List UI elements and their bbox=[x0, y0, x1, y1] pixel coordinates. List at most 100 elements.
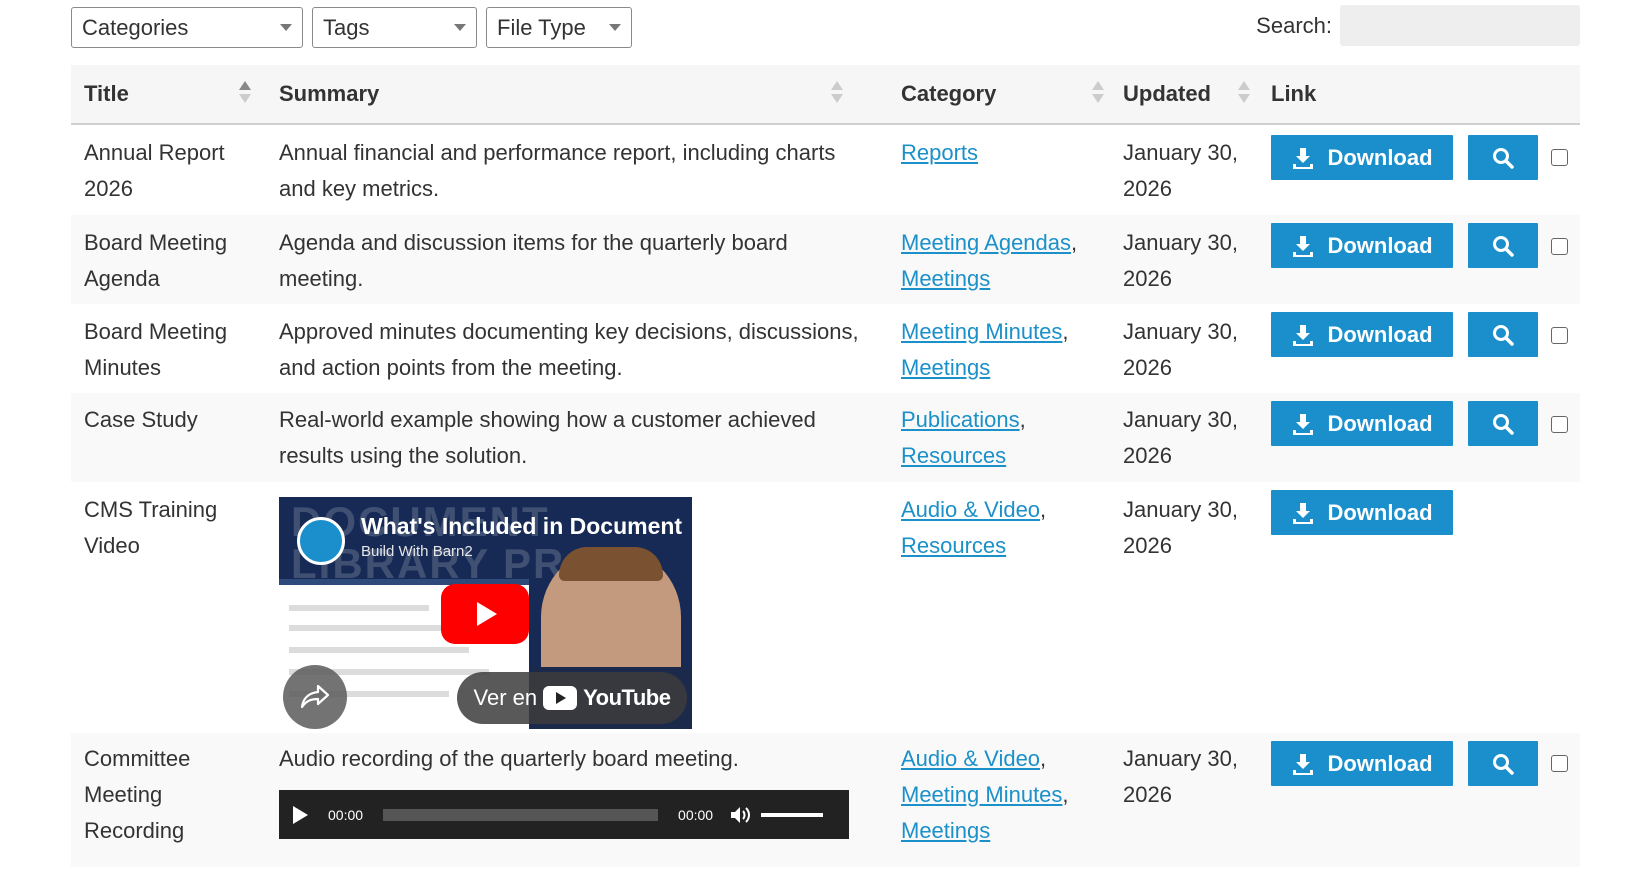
youtube-icon bbox=[543, 686, 578, 710]
search-label: Search: bbox=[1256, 12, 1332, 38]
audio-progress-bar[interactable] bbox=[383, 808, 659, 821]
audio-current-time: 00:00 bbox=[328, 806, 364, 823]
row-updated: January 30, 2026 bbox=[1123, 746, 1238, 807]
search-icon bbox=[1493, 147, 1514, 169]
sort-icon[interactable] bbox=[831, 81, 843, 107]
categories-dropdown[interactable]: Categories bbox=[71, 7, 303, 48]
table-row: Board Meeting Minutes Approved minutes d… bbox=[71, 304, 1580, 393]
row-checkbox[interactable] bbox=[1551, 755, 1568, 772]
video-title: What's Included in Document bbox=[361, 513, 683, 539]
download-button-label: Download bbox=[1327, 144, 1433, 170]
categories-dropdown-label: Categories bbox=[82, 14, 189, 40]
audio-duration: 00:00 bbox=[678, 806, 714, 823]
search-icon bbox=[1493, 235, 1514, 257]
download-button-label: Download bbox=[1327, 410, 1433, 436]
preview-button[interactable] bbox=[1468, 135, 1538, 180]
search-input[interactable] bbox=[1340, 5, 1580, 46]
row-summary: Real-world example showing how a custome… bbox=[279, 407, 816, 468]
youtube-label: YouTube bbox=[583, 685, 671, 710]
play-icon[interactable] bbox=[293, 805, 308, 824]
row-title: Board Meeting Minutes bbox=[84, 319, 228, 380]
download-icon bbox=[1293, 753, 1314, 775]
volume-icon[interactable] bbox=[729, 804, 751, 826]
category-link[interactable]: Meetings bbox=[901, 266, 990, 291]
category-link[interactable]: Publications bbox=[901, 407, 1020, 432]
category-link[interactable]: Reports bbox=[901, 140, 978, 165]
table-row: Board Meeting Agenda Agenda and discussi… bbox=[71, 215, 1580, 304]
category-link[interactable]: Audio & Video bbox=[901, 497, 1040, 522]
download-button[interactable]: Download bbox=[1271, 490, 1453, 535]
row-categories: Audio & Video, Meeting Minutes, Meetings bbox=[901, 746, 1069, 843]
row-title: Annual Report 2026 bbox=[84, 140, 225, 201]
video-embed[interactable]: DOCUMENT LIBRARY PRO What's Included in … bbox=[279, 497, 692, 729]
audio-player: 00:00 00:00 bbox=[279, 790, 849, 839]
row-checkbox[interactable] bbox=[1551, 238, 1568, 255]
download-button[interactable]: Download bbox=[1271, 401, 1453, 446]
download-button-label: Download bbox=[1327, 232, 1433, 258]
download-button[interactable]: Download bbox=[1271, 223, 1453, 268]
category-link[interactable]: Meeting Minutes bbox=[901, 319, 1062, 344]
header-title[interactable]: Title bbox=[84, 65, 129, 123]
header-summary[interactable]: Summary bbox=[279, 65, 379, 123]
search-icon bbox=[1493, 413, 1514, 435]
download-button[interactable]: Download bbox=[1271, 312, 1453, 357]
watch-on-label: Ver en bbox=[473, 685, 538, 710]
row-summary: Annual financial and performance report,… bbox=[279, 140, 836, 201]
sort-icon[interactable] bbox=[239, 81, 251, 107]
preview-button[interactable] bbox=[1468, 223, 1538, 268]
category-link[interactable]: Meeting Minutes bbox=[901, 782, 1062, 807]
download-button-label: Download bbox=[1327, 321, 1433, 347]
header-category[interactable]: Category bbox=[901, 65, 996, 123]
row-checkbox[interactable] bbox=[1551, 416, 1568, 433]
row-updated: January 30, 2026 bbox=[1123, 230, 1238, 291]
download-button-label: Download bbox=[1327, 750, 1433, 776]
preview-button[interactable] bbox=[1468, 401, 1538, 446]
chevron-down-icon bbox=[280, 24, 292, 31]
download-icon bbox=[1293, 235, 1314, 257]
table-row: Case Study Real-world example showing ho… bbox=[71, 393, 1580, 482]
tags-dropdown-label: Tags bbox=[323, 14, 370, 40]
share-icon[interactable] bbox=[283, 665, 347, 729]
row-updated: January 30, 2026 bbox=[1123, 319, 1238, 380]
row-categories: Meeting Agendas, Meetings bbox=[901, 230, 1078, 291]
header-link: Link bbox=[1271, 81, 1317, 106]
row-title: Committee Meeting Recording bbox=[84, 746, 191, 843]
category-link[interactable]: Meeting Agendas bbox=[901, 230, 1071, 255]
sort-icon[interactable] bbox=[1092, 81, 1104, 107]
row-summary: Audio recording of the quarterly board m… bbox=[279, 746, 739, 771]
volume-slider[interactable] bbox=[761, 812, 824, 817]
search-area: Search: bbox=[1256, 5, 1580, 46]
video-subtitle: Build With Barn2 bbox=[361, 543, 473, 560]
preview-button[interactable] bbox=[1468, 741, 1538, 786]
row-summary: Agenda and discussion items for the quar… bbox=[279, 230, 788, 291]
category-link[interactable]: Meetings bbox=[901, 355, 990, 380]
category-link[interactable]: Resources bbox=[901, 443, 1006, 468]
search-icon bbox=[1493, 753, 1514, 775]
category-link[interactable]: Audio & Video bbox=[901, 746, 1040, 771]
preview-button[interactable] bbox=[1468, 312, 1538, 357]
watch-on-youtube-button[interactable]: Ver en YouTube bbox=[457, 672, 687, 724]
row-categories: Publications, Resources bbox=[901, 407, 1026, 468]
sort-icon[interactable] bbox=[1238, 81, 1250, 107]
row-updated: January 30, 2026 bbox=[1123, 407, 1238, 468]
row-checkbox[interactable] bbox=[1551, 149, 1568, 166]
filter-bar: Categories Tags File Type bbox=[71, 7, 632, 48]
download-icon bbox=[1293, 413, 1314, 435]
row-updated: January 30, 2026 bbox=[1123, 497, 1238, 558]
file-type-dropdown-label: File Type bbox=[497, 14, 586, 40]
chevron-down-icon bbox=[454, 24, 466, 31]
tags-dropdown[interactable]: Tags bbox=[312, 7, 477, 48]
row-categories: Meeting Minutes, Meetings bbox=[901, 319, 1069, 380]
category-link[interactable]: Resources bbox=[901, 533, 1006, 558]
play-icon[interactable] bbox=[441, 584, 529, 644]
file-type-dropdown[interactable]: File Type bbox=[486, 7, 632, 48]
table-row: Committee Meeting Recording Audio record… bbox=[71, 733, 1580, 867]
download-button[interactable]: Download bbox=[1271, 741, 1453, 786]
row-summary: Approved minutes documenting key decisio… bbox=[279, 319, 859, 380]
header-updated[interactable]: Updated bbox=[1123, 65, 1211, 123]
download-button[interactable]: Download bbox=[1271, 135, 1453, 180]
category-link[interactable]: Meetings bbox=[901, 818, 990, 843]
row-title: CMS Training Video bbox=[84, 497, 218, 558]
row-checkbox[interactable] bbox=[1551, 327, 1568, 344]
row-categories: Audio & Video, Resources bbox=[901, 497, 1047, 558]
